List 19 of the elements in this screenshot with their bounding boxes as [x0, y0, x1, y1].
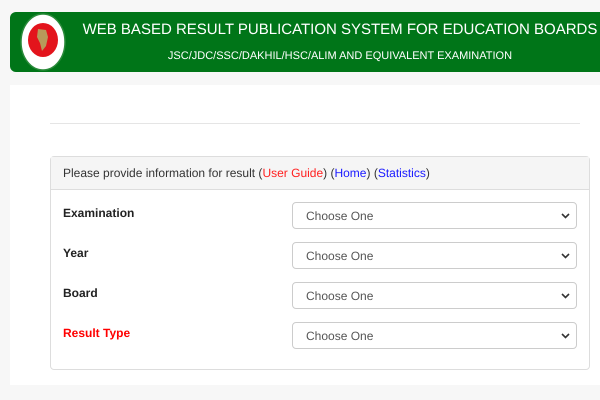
field-label: Year [63, 245, 88, 262]
header-subtitle: JSC/JDC/SSC/DAKHIL/HSC/ALIM AND EQUIVALENT EXAMINATION [168, 48, 512, 64]
link[interactable]: User Guide [262, 166, 324, 180]
header-title: WEB BASED RESULT PUBLICATION SYSTEM FOR EDUCATION BOARDS [82, 20, 598, 40]
chevron-down-icon [561, 252, 570, 258]
select-dropdown[interactable]: Choose One [292, 202, 577, 229]
chevron-down-icon [561, 332, 570, 338]
select-dropdown[interactable]: Choose One [292, 242, 577, 269]
instruction-text: Please provide information for result (User Guide) (Home) (Statistics) [63, 165, 430, 182]
field-label: Board [63, 285, 98, 302]
emblem-icon [20, 13, 66, 71]
select-dropdown[interactable]: Choose One [292, 322, 577, 349]
chevron-down-icon [561, 212, 570, 218]
chevron-down-icon [561, 292, 570, 298]
select-dropdown[interactable]: Choose One [292, 282, 577, 309]
link[interactable]: Statistics [378, 166, 426, 180]
link[interactable]: Home [334, 166, 366, 180]
field-label: Result Type [63, 325, 130, 342]
field-label: Examination [63, 205, 134, 222]
